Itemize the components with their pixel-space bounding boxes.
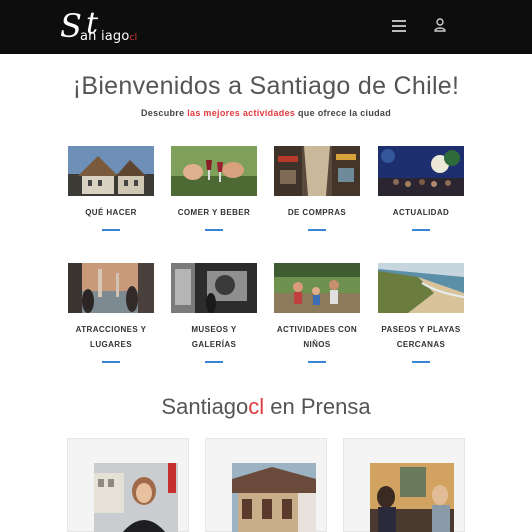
logo-wordmark: an iagocl bbox=[80, 30, 137, 45]
atracciones-photo bbox=[68, 263, 154, 313]
logo-cl: cl bbox=[129, 33, 138, 43]
page-title: ¡Bienvenidos a Santiago de Chile! bbox=[72, 72, 460, 100]
que-hacer-photo bbox=[68, 146, 154, 196]
category-paseos-y-playas[interactable]: PASEOS Y PLAYAS CERCANAS bbox=[378, 263, 464, 363]
paseos-playas-photo bbox=[378, 263, 464, 313]
press-card[interactable] bbox=[67, 438, 189, 532]
press-card[interactable] bbox=[343, 438, 465, 532]
category-comer-y-beber[interactable]: COMER Y BEBER bbox=[171, 146, 257, 231]
category-underline bbox=[205, 229, 223, 231]
category-underline bbox=[308, 229, 326, 231]
user-icon[interactable] bbox=[432, 17, 448, 33]
subtitle-pre: Descubre bbox=[140, 108, 188, 118]
category-que-hacer[interactable]: QUÉ HACER bbox=[68, 146, 154, 231]
press-card-photo bbox=[370, 463, 454, 532]
category-label: DE COMPRAS bbox=[287, 208, 347, 217]
category-underline bbox=[412, 361, 430, 363]
santiago-cl-logo[interactable]: S t an iagocl bbox=[60, 8, 150, 48]
category-label: PASEOS Y PLAYAS CERCANAS bbox=[381, 325, 461, 349]
museos-photo bbox=[171, 263, 257, 313]
category-actualidad[interactable]: ACTUALIDAD bbox=[378, 146, 464, 231]
press-card[interactable] bbox=[205, 438, 327, 532]
category-label: ACTUALIDAD bbox=[392, 208, 450, 217]
site-header: S t an iagocl bbox=[0, 0, 532, 54]
category-underline bbox=[205, 361, 223, 363]
press-section-title: Santiagocl en Prensa bbox=[0, 394, 532, 420]
actividades-ninos-photo bbox=[274, 263, 360, 313]
category-actividades-con-ninos[interactable]: ACTIVIDADES CON NIÑOS bbox=[274, 263, 360, 363]
category-underline bbox=[308, 361, 326, 363]
press-title-pre: Santiago bbox=[161, 394, 249, 419]
category-atracciones-y-lugares[interactable]: ATRACCIONES Y LUGARES bbox=[68, 263, 154, 363]
logo-letter-s: S bbox=[60, 7, 82, 45]
press-title-post: en Prensa bbox=[264, 394, 371, 419]
subtitle-accent[interactable]: las mejores actividades bbox=[187, 108, 295, 118]
category-label: ATRACCIONES Y LUGARES bbox=[75, 325, 147, 349]
category-label: COMER Y BEBER bbox=[177, 208, 251, 217]
category-underline bbox=[412, 229, 430, 231]
category-label: QUÉ HACER bbox=[85, 208, 137, 217]
press-title-cl: cl bbox=[248, 394, 265, 419]
category-label: ACTIVIDADES CON NIÑOS bbox=[276, 325, 358, 349]
category-underline bbox=[102, 229, 120, 231]
comer-y-beber-photo bbox=[171, 146, 257, 196]
press-card-photo bbox=[94, 463, 178, 532]
actualidad-photo bbox=[378, 146, 464, 196]
page-subtitle: Descubre las mejores actividades que ofr… bbox=[0, 108, 532, 118]
category-museos-y-galerias[interactable]: MUSEOS Y GALERÍAS bbox=[171, 263, 257, 363]
hamburger-menu-icon[interactable] bbox=[392, 20, 406, 32]
category-underline bbox=[102, 361, 120, 363]
logo-wordmark-text: an iago bbox=[80, 29, 130, 44]
category-label: MUSEOS Y GALERÍAS bbox=[191, 325, 237, 349]
category-de-compras[interactable]: DE COMPRAS bbox=[274, 146, 360, 231]
de-compras-photo bbox=[274, 146, 360, 196]
subtitle-post: que ofrece la ciudad bbox=[295, 108, 392, 118]
press-card-photo bbox=[232, 463, 316, 532]
